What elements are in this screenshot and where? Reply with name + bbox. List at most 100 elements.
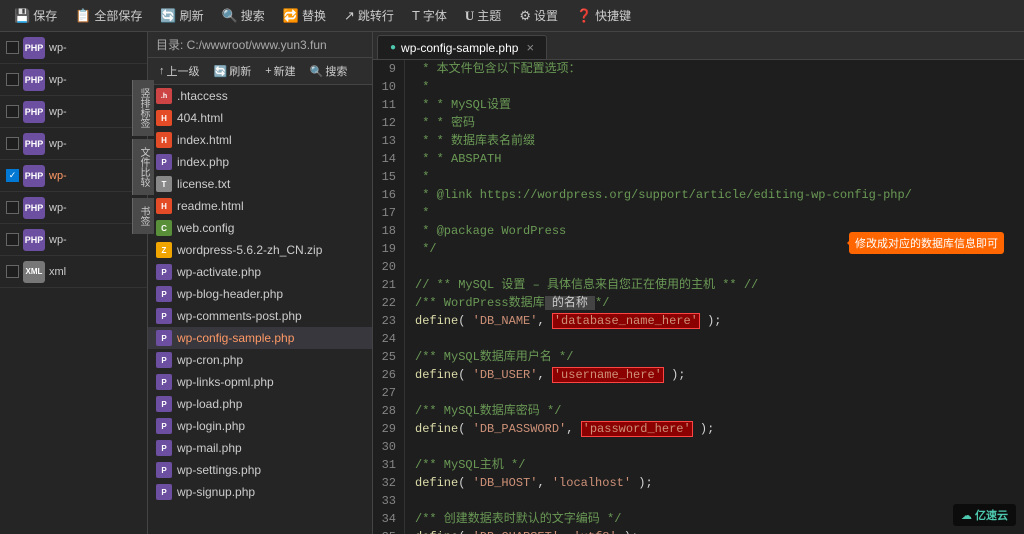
left-thumb-item[interactable]: PHP wp- bbox=[0, 192, 147, 224]
save-all-button[interactable]: 📋 全部保存 bbox=[67, 4, 150, 27]
php-icon: P bbox=[156, 374, 172, 390]
tab-close-button[interactable]: × bbox=[526, 40, 534, 55]
tree-item-license[interactable]: T license.txt bbox=[148, 173, 372, 195]
tree-item-label: wp-mail.php bbox=[177, 441, 242, 455]
tree-item-wp-comments[interactable]: P wp-comments-post.php bbox=[148, 305, 372, 327]
html-icon: H bbox=[156, 132, 172, 148]
file-checkbox[interactable] bbox=[6, 73, 19, 86]
file-checkbox[interactable] bbox=[6, 233, 19, 246]
refresh-button[interactable]: 🔄 刷新 bbox=[152, 4, 211, 27]
code-line-13: 13 * * 数据库表名前缀 bbox=[373, 132, 1024, 150]
file-tree-path: 目录: C:/wwwroot/www.yun3.fun bbox=[148, 32, 372, 58]
code-line-11: 11 * * MySQL设置 bbox=[373, 96, 1024, 114]
left-thumb-item[interactable]: PHP wp- bbox=[0, 224, 147, 256]
tree-item-wp-cron[interactable]: P wp-cron.php bbox=[148, 349, 372, 371]
side-tab-3[interactable]: 书签 bbox=[132, 198, 148, 234]
php-icon: P bbox=[156, 154, 172, 170]
code-line-35: 35 define( 'DB_CHARSET', 'utf8' ); bbox=[373, 528, 1024, 534]
tree-item-404[interactable]: H 404.html bbox=[148, 107, 372, 129]
tree-item-label: license.txt bbox=[177, 177, 230, 191]
replace-icon: 🔁 bbox=[283, 8, 299, 24]
tree-item-wp-signup[interactable]: P wp-signup.php bbox=[148, 481, 372, 503]
tree-item-label: wp-cron.php bbox=[177, 353, 243, 367]
tree-item-label: readme.html bbox=[177, 199, 244, 213]
code-line-25: 25 /** MySQL数据库用户名 */ bbox=[373, 348, 1024, 366]
left-thumb-item[interactable]: PHP wp- bbox=[0, 32, 147, 64]
tree-item-wp-load[interactable]: P wp-load.php bbox=[148, 393, 372, 415]
replace-button[interactable]: 🔁 替换 bbox=[275, 4, 334, 27]
php-icon: P bbox=[156, 440, 172, 456]
up-icon: ↑ bbox=[159, 65, 165, 77]
code-line-24: 24 bbox=[373, 330, 1024, 348]
file-tree-panel: 目录: C:/wwwroot/www.yun3.fun ↑ 上一级 🔄 刷新 +… bbox=[148, 32, 373, 534]
left-thumb-item[interactable]: ✓ PHP wp- bbox=[0, 160, 147, 192]
file-checkbox[interactable] bbox=[6, 137, 19, 150]
code-editor[interactable]: 9 * 本文件包含以下配置选项： 10 * 11 * * MySQL设置 12 … bbox=[373, 60, 1024, 534]
shortcuts-button[interactable]: ❓ 快捷键 bbox=[568, 4, 639, 27]
tree-search-button[interactable]: 🔍 搜索 bbox=[305, 61, 353, 81]
tree-item-wp-login[interactable]: P wp-login.php bbox=[148, 415, 372, 437]
file-checkbox[interactable] bbox=[6, 41, 19, 54]
side-tab-2[interactable]: 文件比较 bbox=[132, 139, 148, 195]
left-thumb-item[interactable]: PHP wp- bbox=[0, 64, 147, 96]
tree-item-webconfig[interactable]: C web.config bbox=[148, 217, 372, 239]
html-icon: H bbox=[156, 110, 172, 126]
tree-item-index-html[interactable]: H index.html bbox=[148, 129, 372, 151]
tree-item-wp-links[interactable]: P wp-links-opml.php bbox=[148, 371, 372, 393]
tree-item-wp-settings[interactable]: P wp-settings.php bbox=[148, 459, 372, 481]
tree-item-wp-blog-header[interactable]: P wp-blog-header.php bbox=[148, 283, 372, 305]
tree-up-button[interactable]: ↑ 上一级 bbox=[154, 61, 205, 81]
font-button[interactable]: T 字体 bbox=[404, 4, 455, 27]
code-line-20: 20 bbox=[373, 258, 1024, 276]
tree-item-readme[interactable]: H readme.html bbox=[148, 195, 372, 217]
file-thumb-label: wp- bbox=[49, 74, 141, 86]
jump-button[interactable]: ↗ 跳转行 bbox=[336, 4, 402, 27]
left-thumb-item[interactable]: XML xml bbox=[0, 256, 147, 288]
tree-item-index-php[interactable]: P index.php bbox=[148, 151, 372, 173]
save-button[interactable]: 💾 保存 bbox=[6, 4, 65, 27]
tree-item-zip[interactable]: Z wordpress-5.6.2-zh_CN.zip bbox=[148, 239, 372, 261]
tree-item-label: wp-blog-header.php bbox=[177, 287, 283, 301]
tree-item-label: .htaccess bbox=[177, 89, 228, 103]
new-icon: + bbox=[265, 65, 271, 77]
code-line-22: 22 /** WordPress数据库 的名称 */ bbox=[373, 294, 1024, 312]
file-checkbox[interactable]: ✓ bbox=[6, 169, 19, 182]
file-thumb-label: xml bbox=[49, 266, 141, 278]
font-icon: T bbox=[412, 8, 420, 23]
editor-tab-wp-config-sample[interactable]: ● wp-config-sample.php × bbox=[377, 35, 547, 59]
tree-search-icon: 🔍 bbox=[310, 65, 324, 78]
zip-icon: Z bbox=[156, 242, 172, 258]
html-icon: H bbox=[156, 198, 172, 214]
php-icon: P bbox=[156, 264, 172, 280]
php-icon: PHP bbox=[23, 197, 45, 219]
tree-item-wp-activate[interactable]: P wp-activate.php bbox=[148, 261, 372, 283]
code-line-31: 31 /** MySQL主机 */ bbox=[373, 456, 1024, 474]
search-button[interactable]: 🔍 搜索 bbox=[214, 4, 273, 27]
code-line-14: 14 * * ABSPATH bbox=[373, 150, 1024, 168]
php-icon: P bbox=[156, 462, 172, 478]
tree-item-label: wp-config-sample.php bbox=[177, 331, 294, 345]
tree-new-button[interactable]: + 新建 bbox=[260, 61, 300, 81]
settings-button[interactable]: ⚙ 设置 bbox=[511, 4, 566, 27]
tree-item-label: index.php bbox=[177, 155, 229, 169]
side-tab-1[interactable]: 竖排标签 bbox=[132, 80, 148, 136]
search-icon: 🔍 bbox=[222, 8, 238, 24]
code-line-28: 28 /** MySQL数据库密码 */ bbox=[373, 402, 1024, 420]
left-thumb-item[interactable]: PHP wp- bbox=[0, 96, 147, 128]
editor-panel: ● wp-config-sample.php × 9 * 本文件包含以下配置选项… bbox=[373, 32, 1024, 534]
tree-item-wp-config-sample[interactable]: P wp-config-sample.php bbox=[148, 327, 372, 349]
file-tree-toolbar: ↑ 上一级 🔄 刷新 + 新建 🔍 搜索 bbox=[148, 58, 372, 85]
left-thumb-item[interactable]: PHP wp- bbox=[0, 128, 147, 160]
file-checkbox[interactable] bbox=[6, 201, 19, 214]
php-icon: PHP bbox=[23, 133, 45, 155]
php-icon: PHP bbox=[23, 165, 45, 187]
tree-item-htaccess[interactable]: .h .htaccess bbox=[148, 85, 372, 107]
tree-refresh-button[interactable]: 🔄 刷新 bbox=[209, 61, 257, 81]
code-line-32: 32 define( 'DB_HOST', 'localhost' ); bbox=[373, 474, 1024, 492]
file-checkbox[interactable] bbox=[6, 265, 19, 278]
file-checkbox[interactable] bbox=[6, 105, 19, 118]
code-line-27: 27 bbox=[373, 384, 1024, 402]
gear-icon: ⚙ bbox=[519, 8, 531, 24]
tree-item-wp-mail[interactable]: P wp-mail.php bbox=[148, 437, 372, 459]
theme-button[interactable]: U 主题 bbox=[457, 4, 509, 27]
